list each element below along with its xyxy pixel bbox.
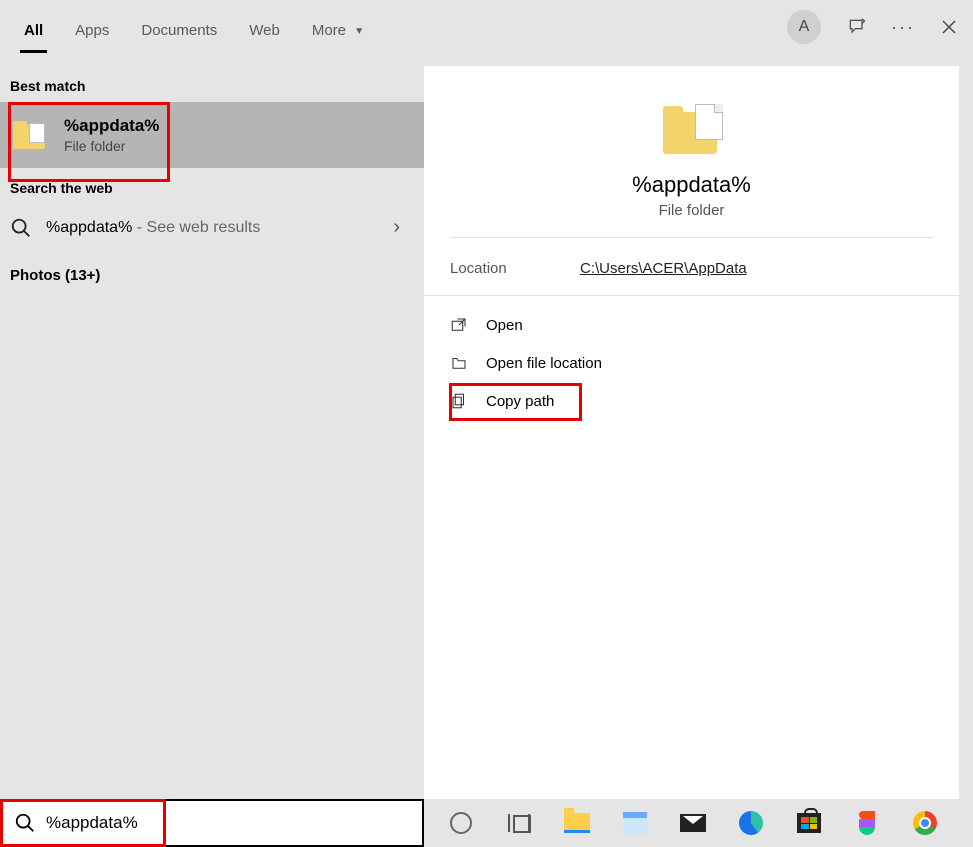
location-row: Location C:\Users\ACER\AppData xyxy=(424,238,959,296)
search-input[interactable] xyxy=(46,813,410,833)
search-icon xyxy=(10,217,32,239)
chevron-down-icon: ▼ xyxy=(354,26,364,37)
task-view-icon[interactable] xyxy=(504,808,534,838)
best-match-label: Best match xyxy=(0,66,424,102)
photos-label[interactable]: Photos (13+) xyxy=(0,251,424,300)
chrome-icon[interactable] xyxy=(910,808,940,838)
file-explorer-icon[interactable] xyxy=(562,808,592,838)
copy-icon xyxy=(450,392,468,410)
folder-icon xyxy=(657,96,727,156)
tab-documents[interactable]: Documents xyxy=(125,12,233,51)
action-open-label: Open xyxy=(486,317,523,334)
search-tab-bar: All Apps Documents Web More ▼ A ··· xyxy=(0,0,973,56)
best-match-text: %appdata% File folder xyxy=(64,116,159,154)
tab-more-label: More xyxy=(312,22,346,39)
tabs: All Apps Documents Web More ▼ xyxy=(8,6,380,51)
detail-header: %appdata% File folder xyxy=(450,66,933,238)
notepad-icon[interactable] xyxy=(620,808,650,838)
chevron-right-icon: › xyxy=(393,216,414,239)
tab-all[interactable]: All xyxy=(8,12,59,51)
best-match-item[interactable]: %appdata% File folder xyxy=(0,102,424,168)
open-icon xyxy=(450,316,468,334)
taskbar xyxy=(0,799,973,847)
detail-subtitle: File folder xyxy=(659,202,725,219)
action-copy-path-label: Copy path xyxy=(486,393,554,410)
edge-icon[interactable] xyxy=(736,808,766,838)
figma-icon[interactable] xyxy=(852,808,882,838)
best-match-title: %appdata% xyxy=(64,116,159,136)
action-open[interactable]: Open xyxy=(450,306,933,344)
main-area: Best match %appdata% File folder Search … xyxy=(0,56,973,799)
action-open-location-label: Open file location xyxy=(486,355,602,372)
top-right-icons: A ··· xyxy=(787,10,959,44)
detail-title: %appdata% xyxy=(632,172,751,198)
web-result-text: %appdata% - See web results xyxy=(46,219,379,237)
feedback-icon[interactable] xyxy=(847,17,867,37)
location-label: Location xyxy=(450,260,580,277)
results-panel: Best match %appdata% File folder Search … xyxy=(0,56,424,799)
mail-icon[interactable] xyxy=(678,808,708,838)
tab-more[interactable]: More ▼ xyxy=(296,12,380,51)
web-result-term: %appdata% xyxy=(46,219,132,236)
detail-panel: %appdata% File folder Location C:\Users\… xyxy=(424,66,959,799)
tab-apps[interactable]: Apps xyxy=(59,12,125,51)
cortana-icon[interactable] xyxy=(446,808,476,838)
folder-icon xyxy=(10,119,48,151)
best-match-subtitle: File folder xyxy=(64,138,159,154)
search-web-label: Search the web xyxy=(0,168,424,204)
tab-web[interactable]: Web xyxy=(233,12,296,51)
web-result-item[interactable]: %appdata% - See web results › xyxy=(0,204,424,251)
avatar[interactable]: A xyxy=(787,10,821,44)
actions-list: Open Open file location Copy path xyxy=(424,296,959,430)
more-options-icon[interactable]: ··· xyxy=(893,17,913,37)
web-result-suffix: - See web results xyxy=(132,219,260,236)
close-icon[interactable] xyxy=(939,17,959,37)
action-open-location[interactable]: Open file location xyxy=(450,344,933,382)
action-copy-path[interactable]: Copy path xyxy=(450,382,933,420)
taskbar-search[interactable] xyxy=(0,799,424,847)
location-value[interactable]: C:\Users\ACER\AppData xyxy=(580,260,747,277)
folder-open-icon xyxy=(450,354,468,372)
search-icon xyxy=(14,812,36,834)
microsoft-store-icon[interactable] xyxy=(794,808,824,838)
taskbar-tray xyxy=(424,808,973,838)
